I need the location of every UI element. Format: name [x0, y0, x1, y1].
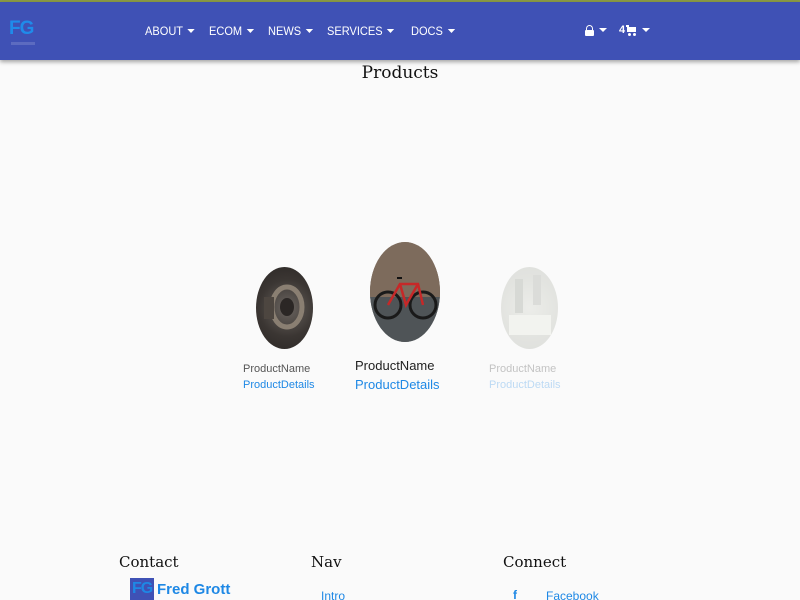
- menu-about-label: ABOUT: [145, 24, 184, 38]
- facebook-icon[interactable]: f: [513, 588, 517, 600]
- site-logo[interactable]: FG: [9, 18, 37, 45]
- navbar-actions: 4: [585, 24, 662, 36]
- caret-down-icon: [387, 29, 395, 33]
- product-image[interactable]: [256, 267, 313, 349]
- menu-docs-label: DOCS: [410, 24, 443, 38]
- menu-ecom-label: ECOM: [209, 24, 243, 38]
- product-card[interactable]: ProductName ProductDetails: [355, 242, 440, 392]
- caret-down-icon: [447, 29, 455, 33]
- caret-down-icon: [599, 28, 607, 32]
- footer-brand-logo: FG: [130, 578, 154, 600]
- product-name: ProductName: [355, 358, 435, 373]
- menu-services[interactable]: SERVICES: [327, 24, 395, 38]
- navbar: FG ABOUT ECOM NEWS SERVICES DOCS 4: [0, 2, 800, 60]
- footer-contact-title: Contact: [119, 553, 179, 571]
- bicycle-image: [370, 242, 440, 342]
- footer-nav-title: Nav: [311, 553, 342, 571]
- caret-down-icon: [247, 29, 255, 33]
- product-image[interactable]: [370, 242, 440, 342]
- menu-docs[interactable]: DOCS: [411, 24, 455, 38]
- footer-brand[interactable]: FG Fred Grott: [130, 578, 230, 600]
- account-menu-button[interactable]: [585, 24, 607, 36]
- footer-brand-name: Fred Grott: [157, 580, 231, 598]
- caret-down-icon: [187, 29, 195, 33]
- product-details-link[interactable]: ProductDetails: [243, 379, 315, 391]
- page-title: Products: [361, 63, 439, 83]
- footer-connect-column: Connect: [503, 553, 566, 571]
- footer-contact-column: Contact: [119, 553, 179, 571]
- product-image[interactable]: [501, 267, 558, 349]
- sink-faucet-image: [509, 275, 551, 335]
- footer-link-intro[interactable]: Intro: [321, 589, 345, 600]
- footer-link-facebook[interactable]: Facebook: [546, 589, 599, 600]
- main-menu: ABOUT ECOM NEWS SERVICES DOCS: [145, 24, 468, 38]
- lock-icon: [585, 24, 594, 36]
- menu-news-label: NEWS: [268, 24, 302, 38]
- cart-menu-button[interactable]: 4: [619, 24, 651, 36]
- logo-text: FG: [9, 18, 34, 39]
- product-details-link[interactable]: ProductDetails: [355, 377, 440, 392]
- product-card[interactable]: ProductName ProductDetails: [243, 267, 315, 391]
- caret-down-icon: [642, 28, 651, 32]
- product-details-link[interactable]: ProductDetails: [489, 379, 561, 391]
- menu-ecom[interactable]: ECOM: [209, 24, 255, 38]
- product-name: ProductName: [243, 363, 311, 375]
- caret-down-icon: [306, 29, 314, 33]
- menu-news[interactable]: NEWS: [268, 24, 314, 38]
- menu-about[interactable]: ABOUT: [145, 24, 195, 38]
- footer-connect-title: Connect: [503, 553, 567, 571]
- product-card[interactable]: ProductName ProductDetails: [489, 267, 561, 391]
- footer-nav-column: Nav: [311, 553, 342, 571]
- logo-underline: [11, 42, 35, 45]
- product-name: ProductName: [489, 363, 557, 375]
- gear-mechanism-image: [264, 284, 305, 330]
- cart-icon: [626, 24, 637, 36]
- cart-count-badge: 4: [619, 24, 626, 36]
- menu-services-label: SERVICES: [327, 24, 383, 38]
